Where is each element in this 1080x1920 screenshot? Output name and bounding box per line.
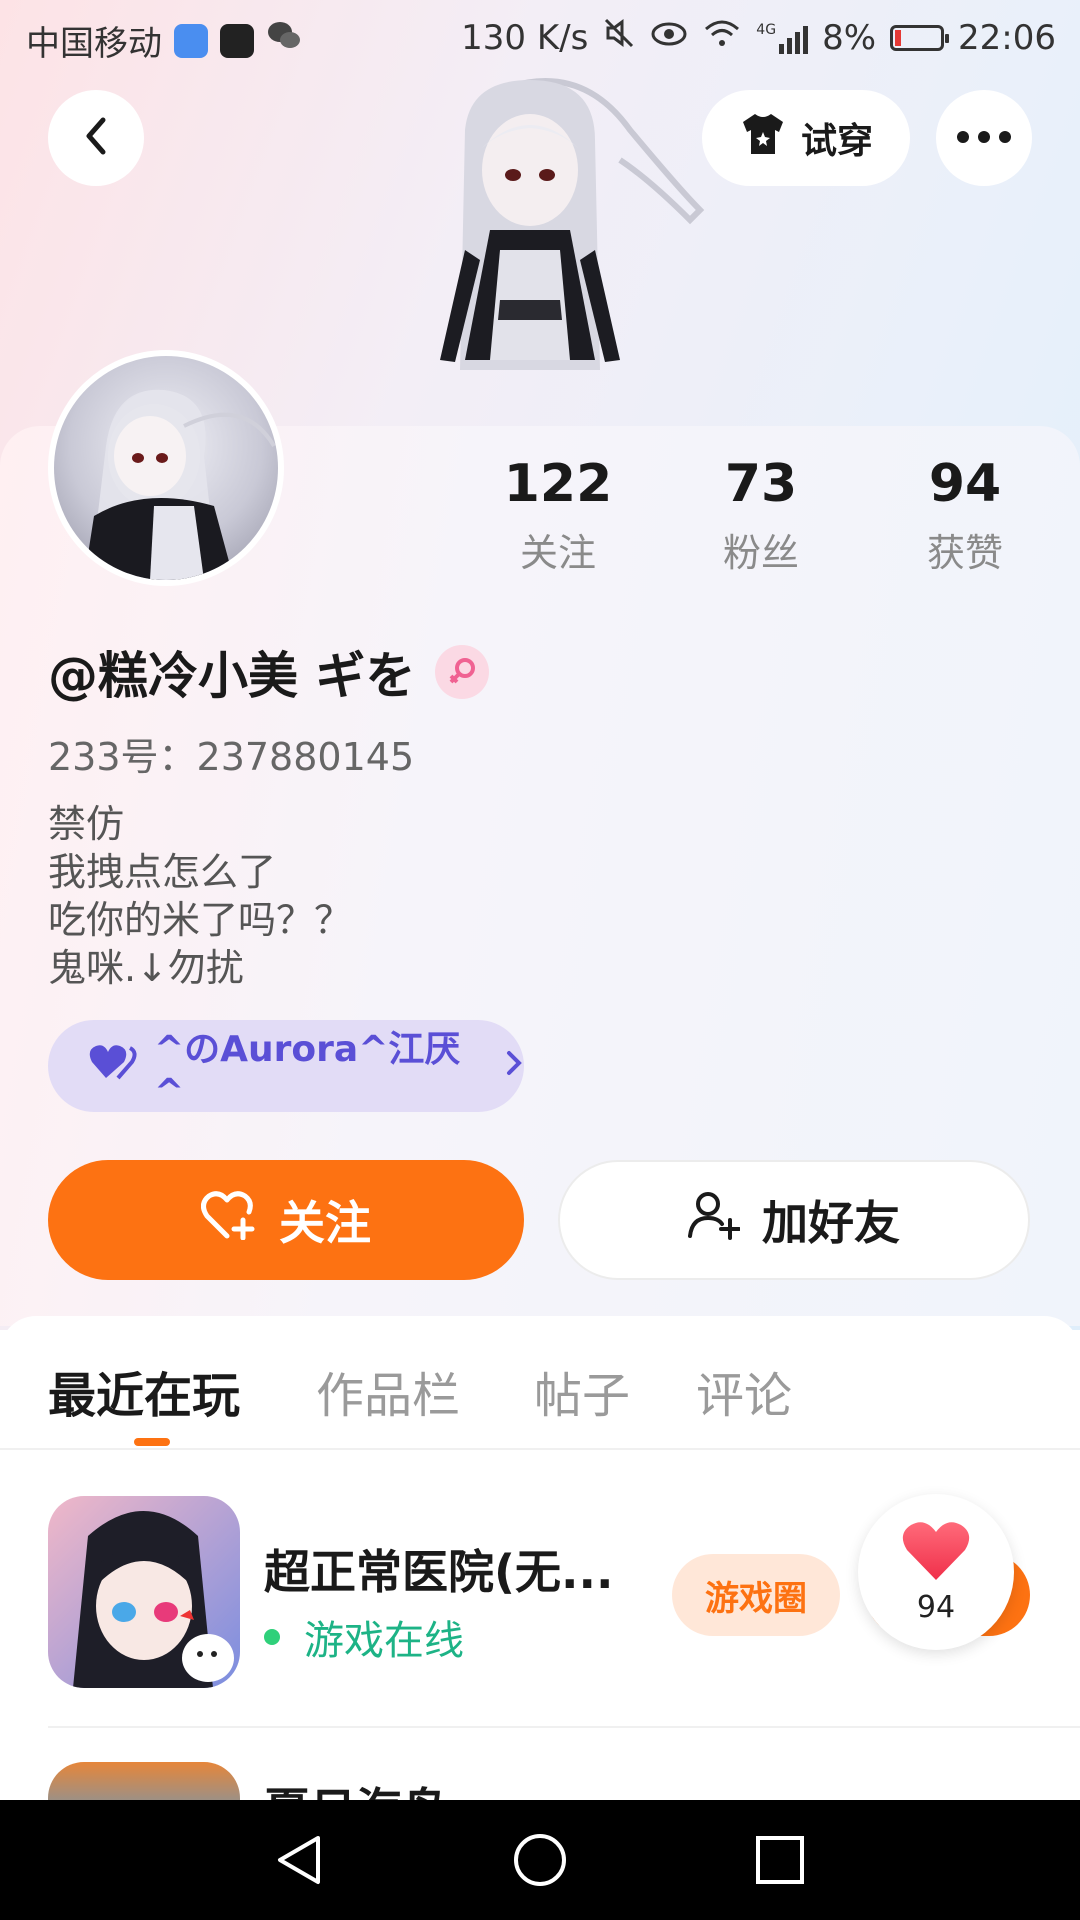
try-on-button[interactable]: 试穿 bbox=[702, 90, 910, 186]
tab-comments[interactable]: 评论 bbox=[696, 1356, 792, 1426]
nav-recents-button[interactable] bbox=[750, 1830, 810, 1890]
nickname: @糕冷小美 ギを bbox=[48, 647, 416, 705]
avatar[interactable] bbox=[48, 350, 284, 586]
following-count: 122 bbox=[503, 454, 613, 514]
likes-count: 94 bbox=[928, 454, 1002, 514]
signal-icon: 4G bbox=[756, 21, 809, 54]
circle-home-icon bbox=[514, 1834, 566, 1886]
relation-tag[interactable]: ^のAurora^江厌^ bbox=[48, 1020, 524, 1113]
tab-recently-played[interactable]: 最近在玩 bbox=[48, 1356, 240, 1426]
likes-label: 获赞 bbox=[926, 531, 1003, 575]
eye-icon bbox=[650, 18, 688, 58]
capcut-app-icon bbox=[220, 23, 254, 58]
more-options-button[interactable] bbox=[936, 90, 1032, 186]
shield-app-icon bbox=[174, 23, 208, 58]
following-label: 关注 bbox=[519, 531, 596, 575]
tshirt-icon bbox=[739, 112, 787, 165]
relation-tag-label: ^のAurora^江厌^ bbox=[154, 1028, 461, 1113]
nickname-row: @糕冷小美 ギを bbox=[48, 636, 490, 708]
following-stat[interactable]: 122 关注 bbox=[458, 454, 658, 577]
followers-count: 73 bbox=[724, 454, 798, 514]
nav-back-button[interactable] bbox=[270, 1830, 330, 1890]
follow-label: 关注 bbox=[279, 1196, 371, 1250]
likes-stat[interactable]: 94 获赞 bbox=[865, 454, 1065, 577]
battery-icon bbox=[890, 24, 950, 51]
tabs-divider bbox=[0, 1448, 1080, 1450]
user-id[interactable]: 233号：237880145 bbox=[48, 726, 414, 781]
bio-line: 禁仿 bbox=[48, 802, 125, 846]
carrier-label: 中国移动 bbox=[26, 24, 162, 64]
triangle-back-icon bbox=[278, 1836, 320, 1884]
follow-button[interactable]: 关注 bbox=[48, 1160, 524, 1280]
followers-label: 粉丝 bbox=[722, 531, 799, 575]
bio-line: 我拽点怎么了 bbox=[48, 850, 277, 894]
wechat-icon bbox=[266, 19, 302, 62]
bio-line: 吃你的米了吗？？ bbox=[48, 898, 353, 942]
list-divider bbox=[48, 1726, 1080, 1728]
female-gender-icon bbox=[435, 645, 490, 699]
add-friend-button[interactable]: 加好友 bbox=[558, 1160, 1030, 1280]
game-title[interactable]: 超正常医院(无... bbox=[264, 1536, 613, 1602]
chevron-right-icon bbox=[504, 1046, 524, 1087]
clock: 22:06 bbox=[958, 17, 1056, 58]
bio: 禁仿 我拽点怎么了 吃你的米了吗？？ 鬼咪.↓勿扰 bbox=[48, 800, 352, 992]
status-bar: 中国移动 130 K/s 4G 8% 22:06 bbox=[0, 0, 1080, 76]
try-on-label: 试穿 bbox=[800, 121, 873, 162]
add-friend-label: 加好友 bbox=[762, 1196, 900, 1250]
like-floating-button[interactable]: 94 bbox=[858, 1494, 1014, 1650]
chevron-left-icon bbox=[81, 116, 111, 160]
like-count: 94 bbox=[916, 1589, 956, 1625]
more-dots-icon bbox=[956, 129, 1012, 148]
double-heart-icon bbox=[88, 1042, 138, 1091]
tab-posts[interactable]: 帖子 bbox=[534, 1356, 630, 1426]
back-button[interactable] bbox=[48, 90, 144, 186]
game-online-status: 游戏在线 bbox=[264, 1608, 464, 1666]
network-type-label: 4G bbox=[756, 21, 777, 38]
heart-icon bbox=[901, 1520, 971, 1586]
game-icon[interactable] bbox=[48, 1496, 240, 1688]
bio-line: 鬼咪.↓勿扰 bbox=[48, 946, 244, 990]
tab-works[interactable]: 作品栏 bbox=[316, 1356, 460, 1426]
followers-stat[interactable]: 73 粉丝 bbox=[661, 454, 861, 577]
net-speed-label: 130 K/s bbox=[461, 17, 589, 58]
battery-percent: 8% bbox=[822, 17, 877, 58]
mute-icon bbox=[602, 16, 636, 59]
character-figure bbox=[380, 70, 710, 430]
online-status-label: 游戏在线 bbox=[304, 1618, 464, 1664]
heart-plus-icon bbox=[201, 1190, 257, 1251]
game-circle-button[interactable]: 游戏圈 bbox=[672, 1554, 840, 1636]
avatar-image bbox=[54, 356, 278, 580]
nav-home-button[interactable] bbox=[510, 1830, 570, 1890]
wifi-icon bbox=[702, 17, 742, 58]
add-user-icon bbox=[688, 1190, 741, 1251]
active-tab-indicator bbox=[134, 1438, 170, 1446]
square-recents-icon bbox=[756, 1836, 804, 1884]
online-dot-icon bbox=[264, 1629, 280, 1645]
